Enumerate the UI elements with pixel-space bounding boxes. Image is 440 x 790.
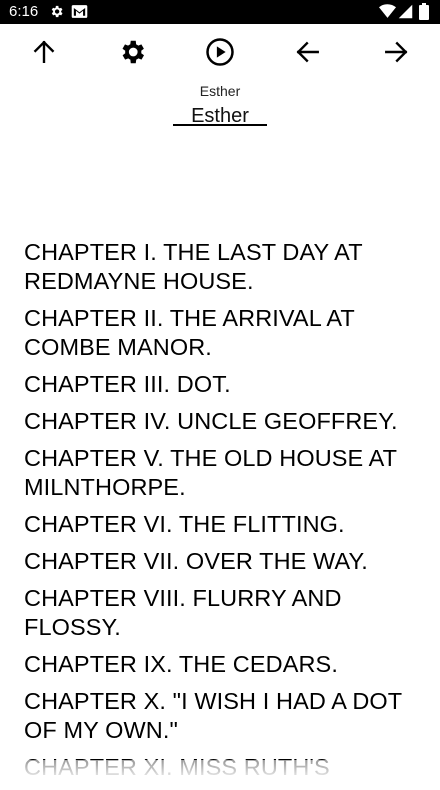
chapter-item[interactable]: CHAPTER IV. UNCLE GEOFFREY. [24, 407, 424, 436]
arrow-right-icon [385, 41, 408, 63]
bottom-fade [0, 760, 440, 782]
chapter-select-underline [173, 124, 267, 126]
play-circle-icon [206, 38, 234, 66]
chapter-item[interactable]: CHAPTER I. THE LAST DAY AT REDMAYNE HOUS… [24, 238, 424, 296]
chapter-select[interactable]: Esther [172, 100, 268, 128]
chapter-item[interactable]: CHAPTER II. THE ARRIVAL AT COMBE MANOR. [24, 304, 424, 362]
arrow-left-icon [296, 41, 319, 63]
book-title: Esther [199, 83, 241, 99]
gmail-icon [71, 4, 88, 24]
chapter-item[interactable]: CHAPTER X. "I WISH I HAD A DOT OF MY OWN… [24, 687, 424, 745]
forward-button[interactable] [379, 35, 413, 69]
wifi-icon [379, 4, 396, 24]
play-button[interactable] [203, 35, 237, 69]
gear-icon [122, 40, 144, 64]
chapter-item[interactable]: CHAPTER IX. THE CEDARS. [24, 650, 424, 679]
chapter-item[interactable]: CHAPTER V. THE OLD HOUSE AT MILNTHORPE. [24, 444, 424, 502]
gear-icon [49, 4, 64, 24]
settings-button[interactable] [115, 35, 149, 69]
signal-icon [398, 4, 413, 24]
chapter-item[interactable]: CHAPTER III. DOT. [24, 370, 424, 399]
status-time: 6:16 [9, 3, 39, 20]
status-bar: 6:16 [0, 0, 440, 24]
chapter-item[interactable]: CHAPTER VII. OVER THE WAY. [24, 547, 424, 576]
arrow-up-icon [33, 40, 55, 63]
back-button[interactable] [291, 35, 325, 69]
battery-icon [419, 3, 429, 25]
up-button[interactable] [27, 35, 61, 69]
chapter-list: CHAPTER I. THE LAST DAY AT REDMAYNE HOUS… [24, 238, 424, 790]
chapter-item[interactable]: CHAPTER VI. THE FLITTING. [24, 510, 424, 539]
chapter-item[interactable]: CHAPTER VIII. FLURRY AND FLOSSY. [24, 584, 424, 642]
